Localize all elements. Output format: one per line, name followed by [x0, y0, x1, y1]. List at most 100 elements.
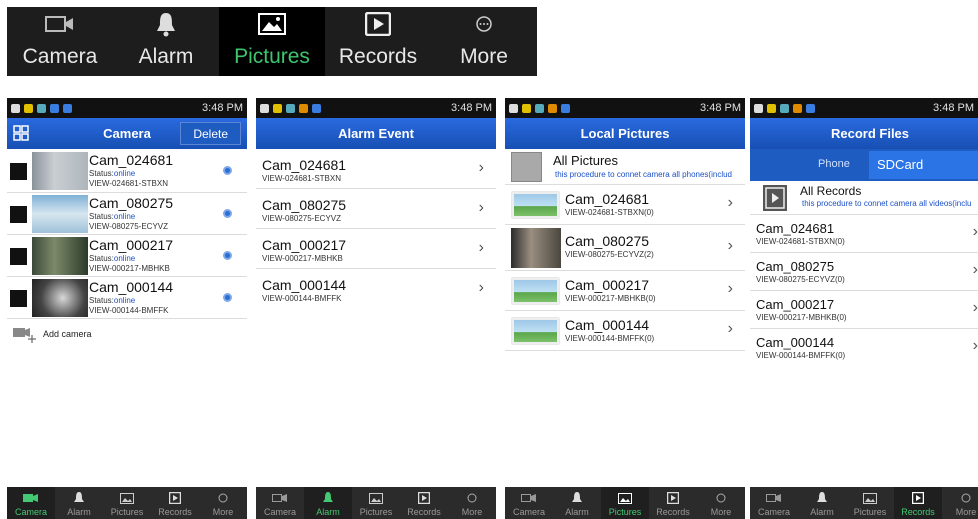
- camera-name: Cam_000217: [565, 277, 650, 293]
- delete-button[interactable]: Delete: [180, 122, 241, 145]
- bell-icon: [155, 11, 177, 37]
- video-camera-icon: [272, 492, 288, 504]
- camera-thumbnail: [32, 237, 88, 275]
- alarm-row[interactable]: Cam_000217 VIEW-000217-MBHKB ›: [256, 229, 496, 269]
- tab-label: Alarm: [138, 45, 194, 68]
- nav-more[interactable]: More: [697, 487, 745, 519]
- nav-alarm[interactable]: Alarm: [55, 487, 103, 519]
- picture-folder-row[interactable]: Cam_024681 VIEW-024681-STBXN(0) ›: [505, 185, 745, 225]
- page-title: Alarm Event: [338, 126, 414, 141]
- nav-more[interactable]: More: [448, 487, 496, 519]
- nav-more[interactable]: More: [199, 487, 247, 519]
- select-checkbox[interactable]: [10, 248, 27, 265]
- nav-label: More: [710, 507, 732, 517]
- picture-thumbnail: [512, 278, 559, 304]
- nav-alarm[interactable]: Alarm: [798, 487, 846, 519]
- nav-camera[interactable]: Camera: [505, 487, 553, 519]
- chevron-right-icon: ›: [972, 299, 978, 316]
- alarm-row[interactable]: Cam_080275 VIEW-080275-ECYVZ ›: [256, 189, 496, 229]
- nav-label: More: [955, 507, 977, 517]
- page-title: Record Files: [830, 126, 910, 141]
- camera-thumbnail: [32, 152, 88, 190]
- camera-row[interactable]: Cam_000217 Status:online VIEW-000217-MBH…: [7, 235, 247, 277]
- nav-pictures[interactable]: Pictures: [103, 487, 151, 519]
- tab-bar-preview: Camera Alarm Pictures Records More: [7, 7, 537, 76]
- tab-more[interactable]: More: [431, 7, 537, 76]
- grid-icon[interactable]: [13, 125, 29, 141]
- camera-row[interactable]: Cam_000144 Status:online VIEW-000144-BMF…: [7, 277, 247, 319]
- nav-camera[interactable]: Camera: [7, 487, 55, 519]
- status-bar: 3:48 PM: [256, 98, 496, 118]
- video-camera-icon: [45, 11, 75, 37]
- nav-records[interactable]: Records: [400, 487, 448, 519]
- camera-row[interactable]: Cam_024681 Status:online VIEW-024681-STB…: [7, 149, 247, 193]
- tab-alarm[interactable]: Alarm: [113, 7, 219, 76]
- nav-records[interactable]: Records: [151, 487, 199, 519]
- settings-dot-icon[interactable]: [223, 166, 232, 175]
- record-folder-row[interactable]: Cam_000217 VIEW-000217-MBHKB(0) ›: [750, 291, 978, 329]
- alarm-row[interactable]: Cam_024681 VIEW-024681-STBXN ›: [256, 149, 496, 189]
- select-checkbox[interactable]: [10, 290, 27, 307]
- more-circle-icon: [475, 11, 493, 37]
- picture-folder-row[interactable]: Cam_080275 VIEW-080275-ECYVZ(2) ›: [505, 225, 745, 271]
- storage-tabs: Phone SDCard: [750, 149, 978, 181]
- nav-label: Alarm: [316, 507, 340, 517]
- camera-name: Cam_000217: [89, 237, 174, 253]
- status-value: online: [113, 212, 136, 221]
- camera-id: VIEW-000217-MBHKB(0): [565, 294, 656, 303]
- chevron-right-icon: ›: [478, 239, 484, 256]
- camera-id: VIEW-000144-BMFFK: [89, 306, 169, 315]
- picture-thumbnail: [512, 318, 559, 344]
- camera-id: VIEW-024681-STBXN: [262, 174, 341, 183]
- picture-icon: [120, 492, 134, 504]
- status-time: 3:48 PM: [700, 102, 741, 114]
- chevron-right-icon: ›: [727, 280, 733, 297]
- all-pictures-title: All Pictures: [553, 153, 619, 168]
- nav-label: Alarm: [67, 507, 91, 517]
- camera-row[interactable]: Cam_080275 Status:online VIEW-080275-ECY…: [7, 193, 247, 235]
- all-records-row[interactable]: All Records this procedure to connet cam…: [750, 181, 978, 215]
- nav-records[interactable]: Records: [894, 487, 942, 519]
- record-folder-row[interactable]: Cam_080275 VIEW-080275-ECYVZ(0) ›: [750, 253, 978, 291]
- record-folder-row[interactable]: Cam_000144 VIEW-000144-BMFFK(0) ›: [750, 329, 978, 367]
- tab-records[interactable]: Records: [325, 7, 431, 76]
- all-pictures-row[interactable]: All Pictures this procedure to connet ca…: [505, 149, 745, 185]
- camera-id: VIEW-000144-BMFFK(0): [756, 351, 846, 360]
- nav-pictures[interactable]: Pictures: [846, 487, 894, 519]
- nav-label: Camera: [757, 507, 790, 517]
- select-checkbox[interactable]: [10, 163, 27, 180]
- add-camera-button[interactable]: Add camera: [7, 319, 247, 349]
- settings-dot-icon[interactable]: [223, 251, 232, 260]
- settings-dot-icon[interactable]: [223, 293, 232, 302]
- tab-camera[interactable]: Camera: [7, 7, 113, 76]
- nav-alarm[interactable]: Alarm: [304, 487, 352, 519]
- tab-phone[interactable]: Phone: [818, 158, 850, 170]
- nav-alarm[interactable]: Alarm: [553, 487, 601, 519]
- nav-label: Records: [901, 507, 935, 517]
- title-bar: Camera Delete: [7, 118, 247, 149]
- tab-sdcard[interactable]: SDCard: [869, 151, 978, 179]
- nav-camera[interactable]: Camera: [750, 487, 798, 519]
- record-folder-row[interactable]: Cam_024681 VIEW-024681-STBXN(0) ›: [750, 215, 978, 253]
- all-records-title: All Records: [800, 184, 862, 198]
- nav-camera[interactable]: Camera: [256, 487, 304, 519]
- nav-pictures[interactable]: Pictures: [352, 487, 400, 519]
- tab-label: Pictures: [234, 45, 310, 68]
- nav-pictures[interactable]: Pictures: [601, 487, 649, 519]
- picture-icon: [863, 492, 877, 504]
- camera-thumbnail: [32, 279, 88, 317]
- alarm-row[interactable]: Cam_000144 VIEW-000144-BMFFK ›: [256, 269, 496, 309]
- nav-more[interactable]: More: [942, 487, 978, 519]
- select-checkbox[interactable]: [10, 206, 27, 223]
- picture-folder-row[interactable]: Cam_000144 VIEW-000144-BMFFK(0) ›: [505, 311, 745, 351]
- tab-label: More: [460, 45, 508, 68]
- nav-label: Records: [407, 507, 441, 517]
- status-time: 3:48 PM: [202, 102, 243, 114]
- camera-name: Cam_080275: [756, 259, 835, 274]
- picture-folder-row[interactable]: Cam_000217 VIEW-000217-MBHKB(0) ›: [505, 271, 745, 311]
- tab-pictures[interactable]: Pictures: [219, 7, 325, 76]
- nav-label: Records: [158, 507, 192, 517]
- settings-dot-icon[interactable]: [223, 209, 232, 218]
- more-circle-icon: [961, 492, 971, 504]
- nav-records[interactable]: Records: [649, 487, 697, 519]
